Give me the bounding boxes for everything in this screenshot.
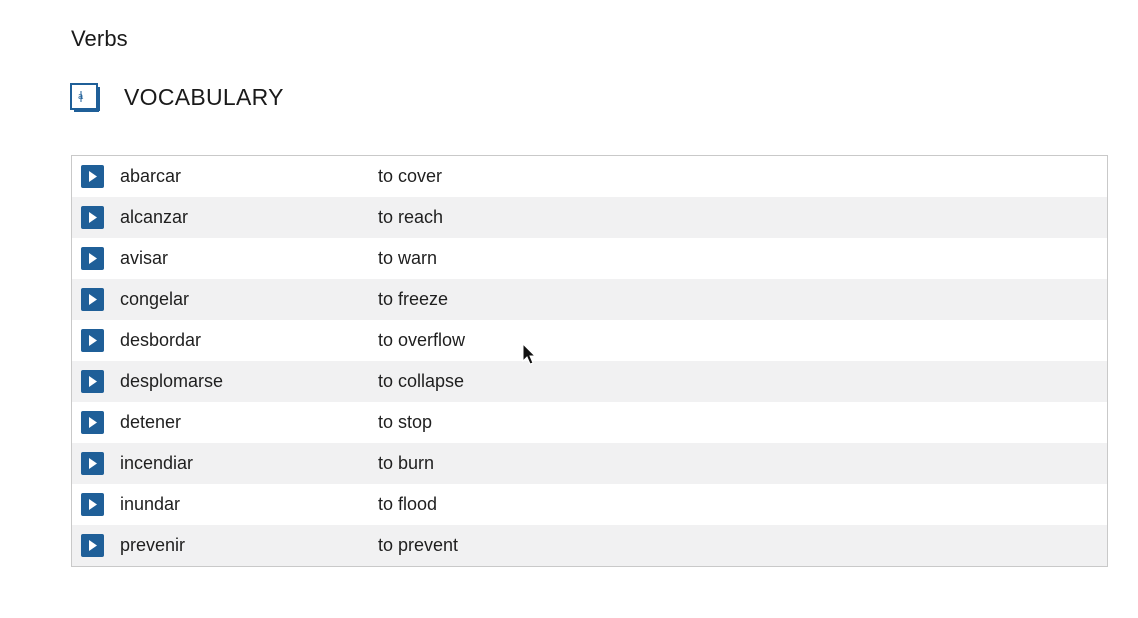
vocab-row-detener: detener to stop — [72, 402, 1107, 443]
vocab-meaning: to freeze — [378, 289, 449, 309]
play-icon — [88, 335, 97, 346]
play-icon — [88, 294, 97, 305]
play-audio-button[interactable] — [81, 452, 104, 475]
vocabulary-title: VOCABULARY — [124, 83, 284, 110]
vocab-meaning: to flood — [378, 494, 438, 514]
play-audio-button[interactable] — [81, 370, 104, 393]
vocab-term: inundar — [120, 494, 181, 514]
vocab-row-desplomarse: desplomarse to collapse — [72, 361, 1107, 402]
play-audio-button[interactable] — [81, 165, 104, 188]
vocab-term: prevenir — [120, 535, 186, 555]
play-audio-button[interactable] — [81, 247, 104, 270]
vocab-row-inundar: inundar to flood — [72, 484, 1107, 525]
mouse-cursor-icon — [522, 343, 536, 365]
play-icon — [88, 458, 97, 469]
vocab-term: avisar — [120, 248, 169, 268]
vocab-term: abarcar — [120, 166, 182, 186]
vocab-row-avisar: avisar to warn — [72, 238, 1107, 279]
vocab-term: detener — [120, 412, 182, 432]
vocabulary-header: a VOCABULARY — [70, 80, 284, 114]
vocab-row-abarcar: abarcar to cover — [72, 156, 1107, 197]
play-icon — [88, 171, 97, 182]
vocab-row-desbordar: desbordar to overflow — [72, 320, 1107, 361]
vocab-meaning: to stop — [378, 412, 433, 432]
vocab-term: desplomarse — [120, 371, 224, 391]
vocab-meaning: to warn — [378, 248, 438, 268]
vocab-meaning: to reach — [378, 207, 444, 227]
vocabulary-list: abarcar to cover alcanzar to reach avisa… — [71, 155, 1108, 567]
play-icon — [88, 212, 97, 223]
play-icon — [88, 253, 97, 264]
play-audio-button[interactable] — [81, 206, 104, 229]
vocab-meaning: to prevent — [378, 535, 459, 555]
vocab-meaning: to burn — [378, 453, 435, 473]
play-icon — [88, 540, 97, 551]
vocab-term: desbordar — [120, 330, 202, 350]
vocab-meaning: to collapse — [378, 371, 465, 391]
play-audio-button[interactable] — [81, 411, 104, 434]
vocab-row-incendiar: incendiar to burn — [72, 443, 1107, 484]
section-title: Verbs — [71, 26, 128, 51]
play-audio-button[interactable] — [81, 288, 104, 311]
page: Verbs a VOCABULARY abarcar to cover alca… — [0, 0, 1138, 618]
vocab-row-alcanzar: alcanzar to reach — [72, 197, 1107, 238]
play-icon — [88, 376, 97, 387]
vocab-meaning: to overflow — [378, 330, 466, 350]
vocab-term: congelar — [120, 289, 190, 309]
vocab-term: incendiar — [120, 453, 194, 473]
vocab-row-congelar: congelar to freeze — [72, 279, 1107, 320]
play-audio-button[interactable] — [81, 534, 104, 557]
play-audio-button[interactable] — [81, 329, 104, 352]
play-icon — [88, 417, 97, 428]
play-icon — [88, 499, 97, 510]
vocab-meaning: to cover — [378, 166, 443, 186]
vocab-term: alcanzar — [120, 207, 189, 227]
book-icon: a — [70, 83, 100, 112]
vocab-row-prevenir: prevenir to prevent — [72, 525, 1107, 566]
play-audio-button[interactable] — [81, 493, 104, 516]
